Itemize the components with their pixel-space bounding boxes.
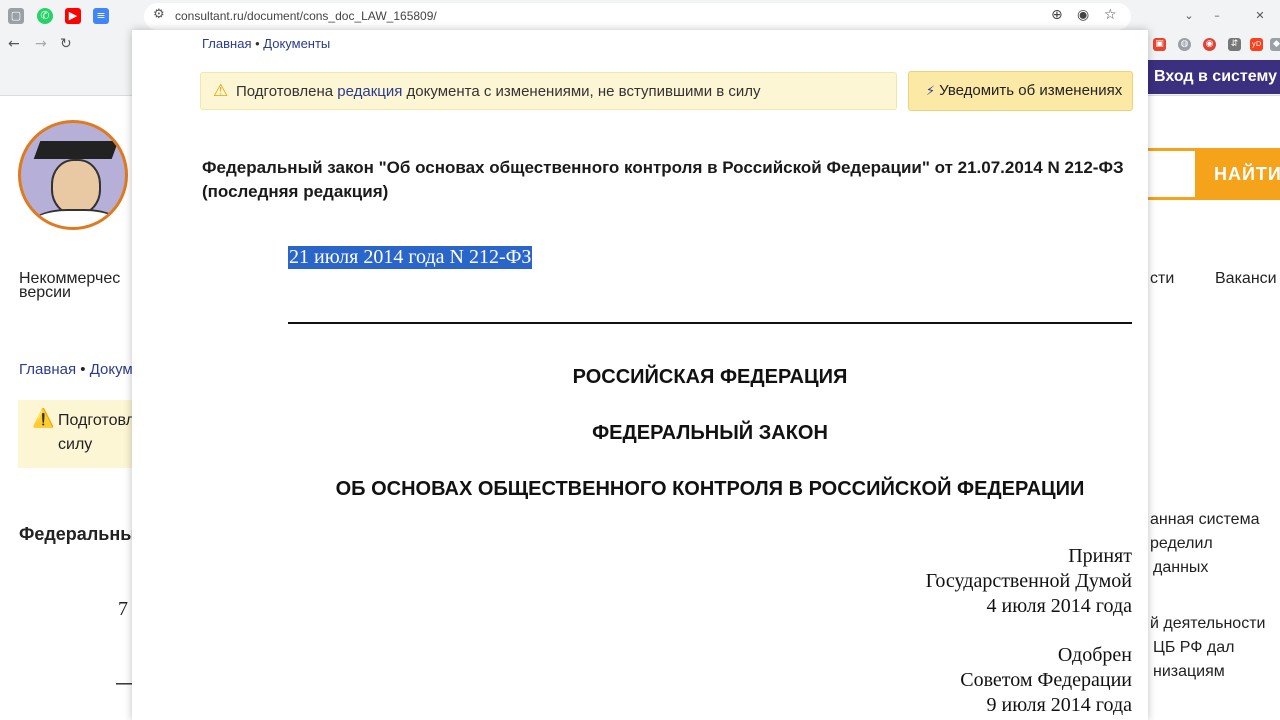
breadcrumb: Главная • Документы: [202, 36, 330, 51]
bg-sidebar-line: ЦБ РФ дал: [1153, 639, 1235, 656]
yandex-extension-icon[interactable]: yD: [1250, 38, 1263, 51]
law-number-selected[interactable]: 21 июля 2014 года N 212-ФЗ: [288, 246, 533, 269]
tab-search-chevron-icon[interactable]: ⌄: [1181, 8, 1197, 24]
minimize-window-icon[interactable]: –: [1209, 8, 1225, 24]
notice-text: Подготовлена редакция документа с измене…: [236, 83, 761, 100]
site-logo-avatar[interactable]: [18, 120, 128, 230]
adopted-line-1: Принят: [1068, 545, 1132, 567]
breadcrumb-separator: •: [251, 36, 264, 51]
approved-block: Одобрен Советом Федерации 9 июля 2014 го…: [960, 643, 1132, 718]
bookmark-star-icon[interactable]: ☆: [1104, 7, 1117, 23]
suit-shape: [31, 209, 121, 227]
approved-line-2: Советом Федерации: [960, 669, 1132, 691]
zoom-icon[interactable]: ⊕: [1051, 7, 1063, 23]
bg-sidebar-line: й деятельности: [1150, 615, 1266, 632]
docs-tab-icon[interactable]: ≡: [93, 8, 109, 24]
heading-law-name: ОБ ОСНОВАХ ОБЩЕСТВЕННОГО КОНТРОЛЯ В РОСС…: [335, 478, 1085, 500]
separator-line: [288, 322, 1132, 324]
bg-notice-line-1: Подготовл: [58, 412, 135, 429]
bg-sidebar-line: ределил: [1150, 535, 1213, 552]
bg-notice-text: Подготовл силу: [58, 412, 135, 454]
forward-arrow-icon[interactable]: →: [35, 36, 47, 52]
approved-line-1: Одобрен: [1057, 644, 1132, 666]
nav-item-news[interactable]: сти: [1150, 270, 1174, 288]
adopted-block: Принят Государственной Думой 4 июля 2014…: [926, 544, 1132, 619]
heading-country: РОССИЙСКАЯ ФЕДЕРАЦИЯ: [572, 366, 848, 388]
notice-suffix: документа с изменениями, не вступившими …: [402, 83, 761, 100]
address-bar[interactable]: ⚙ consultant.ru/document/cons_doc_LAW_16…: [144, 3, 1131, 30]
extension-icon-6[interactable]: ◆: [1270, 38, 1280, 51]
notify-changes-label: Уведомить об изменениях: [939, 82, 1123, 99]
bg-sidebar-line: низациям: [1153, 663, 1225, 680]
bg-sidebar-news[interactable]: анная система ределил данных й деятельно…: [1150, 508, 1265, 684]
login-button[interactable]: Вход в систему: [1148, 60, 1280, 94]
bg-doc-title: Федеральны: [19, 524, 136, 544]
edition-notice: ⚠ Подготовлена редакция документа с изме…: [200, 72, 897, 110]
chrome-extension-icon[interactable]: ◉: [1203, 38, 1216, 51]
edition-link[interactable]: редакция: [337, 83, 402, 100]
back-arrow-icon[interactable]: ←: [8, 36, 20, 52]
graduation-cap-shape: [33, 141, 119, 159]
bg-doc-number: 7: [118, 598, 128, 620]
bg-breadcrumb: Главная • Докум: [19, 361, 133, 378]
zoomed-document-panel: Главная • Документы ⚠ Подготовлена редак…: [132, 30, 1148, 720]
bg-sidebar-line: анная система: [1150, 511, 1260, 528]
notify-changes-button[interactable]: ⚡ Уведомить об изменениях: [908, 71, 1133, 111]
face-shape: [51, 159, 101, 215]
nav-item-vacancies[interactable]: Ваканси: [1215, 270, 1277, 288]
extension-icon-1[interactable]: ▣: [1153, 38, 1166, 51]
bg-breadcrumb-home[interactable]: Главная: [19, 361, 76, 378]
tab-group-icon[interactable]: ▢: [8, 8, 24, 24]
adopted-line-3: 4 июля 2014 года: [986, 595, 1132, 617]
nav-item-noncommercial[interactable]: Некоммерчес версии: [19, 270, 120, 302]
whatsapp-tab-icon[interactable]: ✆: [37, 8, 53, 24]
search-input[interactable]: [1148, 148, 1198, 200]
url-text[interactable]: consultant.ru/document/cons_doc_LAW_1658…: [175, 9, 437, 23]
bg-breadcrumb-docs[interactable]: Докум: [90, 361, 133, 378]
bg-breadcrumb-separator: •: [76, 361, 90, 378]
bg-sidebar-line: данных: [1153, 559, 1209, 576]
close-window-icon[interactable]: ✕: [1252, 8, 1268, 24]
eye-icon[interactable]: ◉: [1077, 7, 1089, 23]
reload-icon[interactable]: ↻: [60, 36, 72, 52]
bg-notice-line-2: силу: [58, 436, 93, 453]
adopted-line-2: Государственной Думой: [925, 570, 1132, 592]
warning-icon: ⚠: [213, 81, 229, 101]
extension-icon-2[interactable]: ◍: [1178, 38, 1191, 51]
search-button[interactable]: НАЙТИ: [1198, 148, 1280, 200]
extension-icon-4[interactable]: ⇵: [1228, 38, 1241, 51]
youtube-tab-icon[interactable]: ▶: [65, 8, 81, 24]
breadcrumb-docs-link[interactable]: Документы: [263, 36, 330, 51]
lightning-icon: ⚡: [926, 84, 936, 99]
breadcrumb-home-link[interactable]: Главная: [202, 36, 251, 51]
heading-law-type: ФЕДЕРАЛЬНЫЙ ЗАКОН: [592, 422, 828, 444]
site-info-icon[interactable]: ⚙: [153, 7, 165, 22]
document-title: Федеральный закон "Об основах общественн…: [202, 158, 1124, 201]
approved-line-3: 9 июля 2014 года: [986, 694, 1132, 716]
bg-warning-icon: ⚠️: [32, 408, 55, 429]
notice-prefix: Подготовлена: [236, 83, 338, 100]
